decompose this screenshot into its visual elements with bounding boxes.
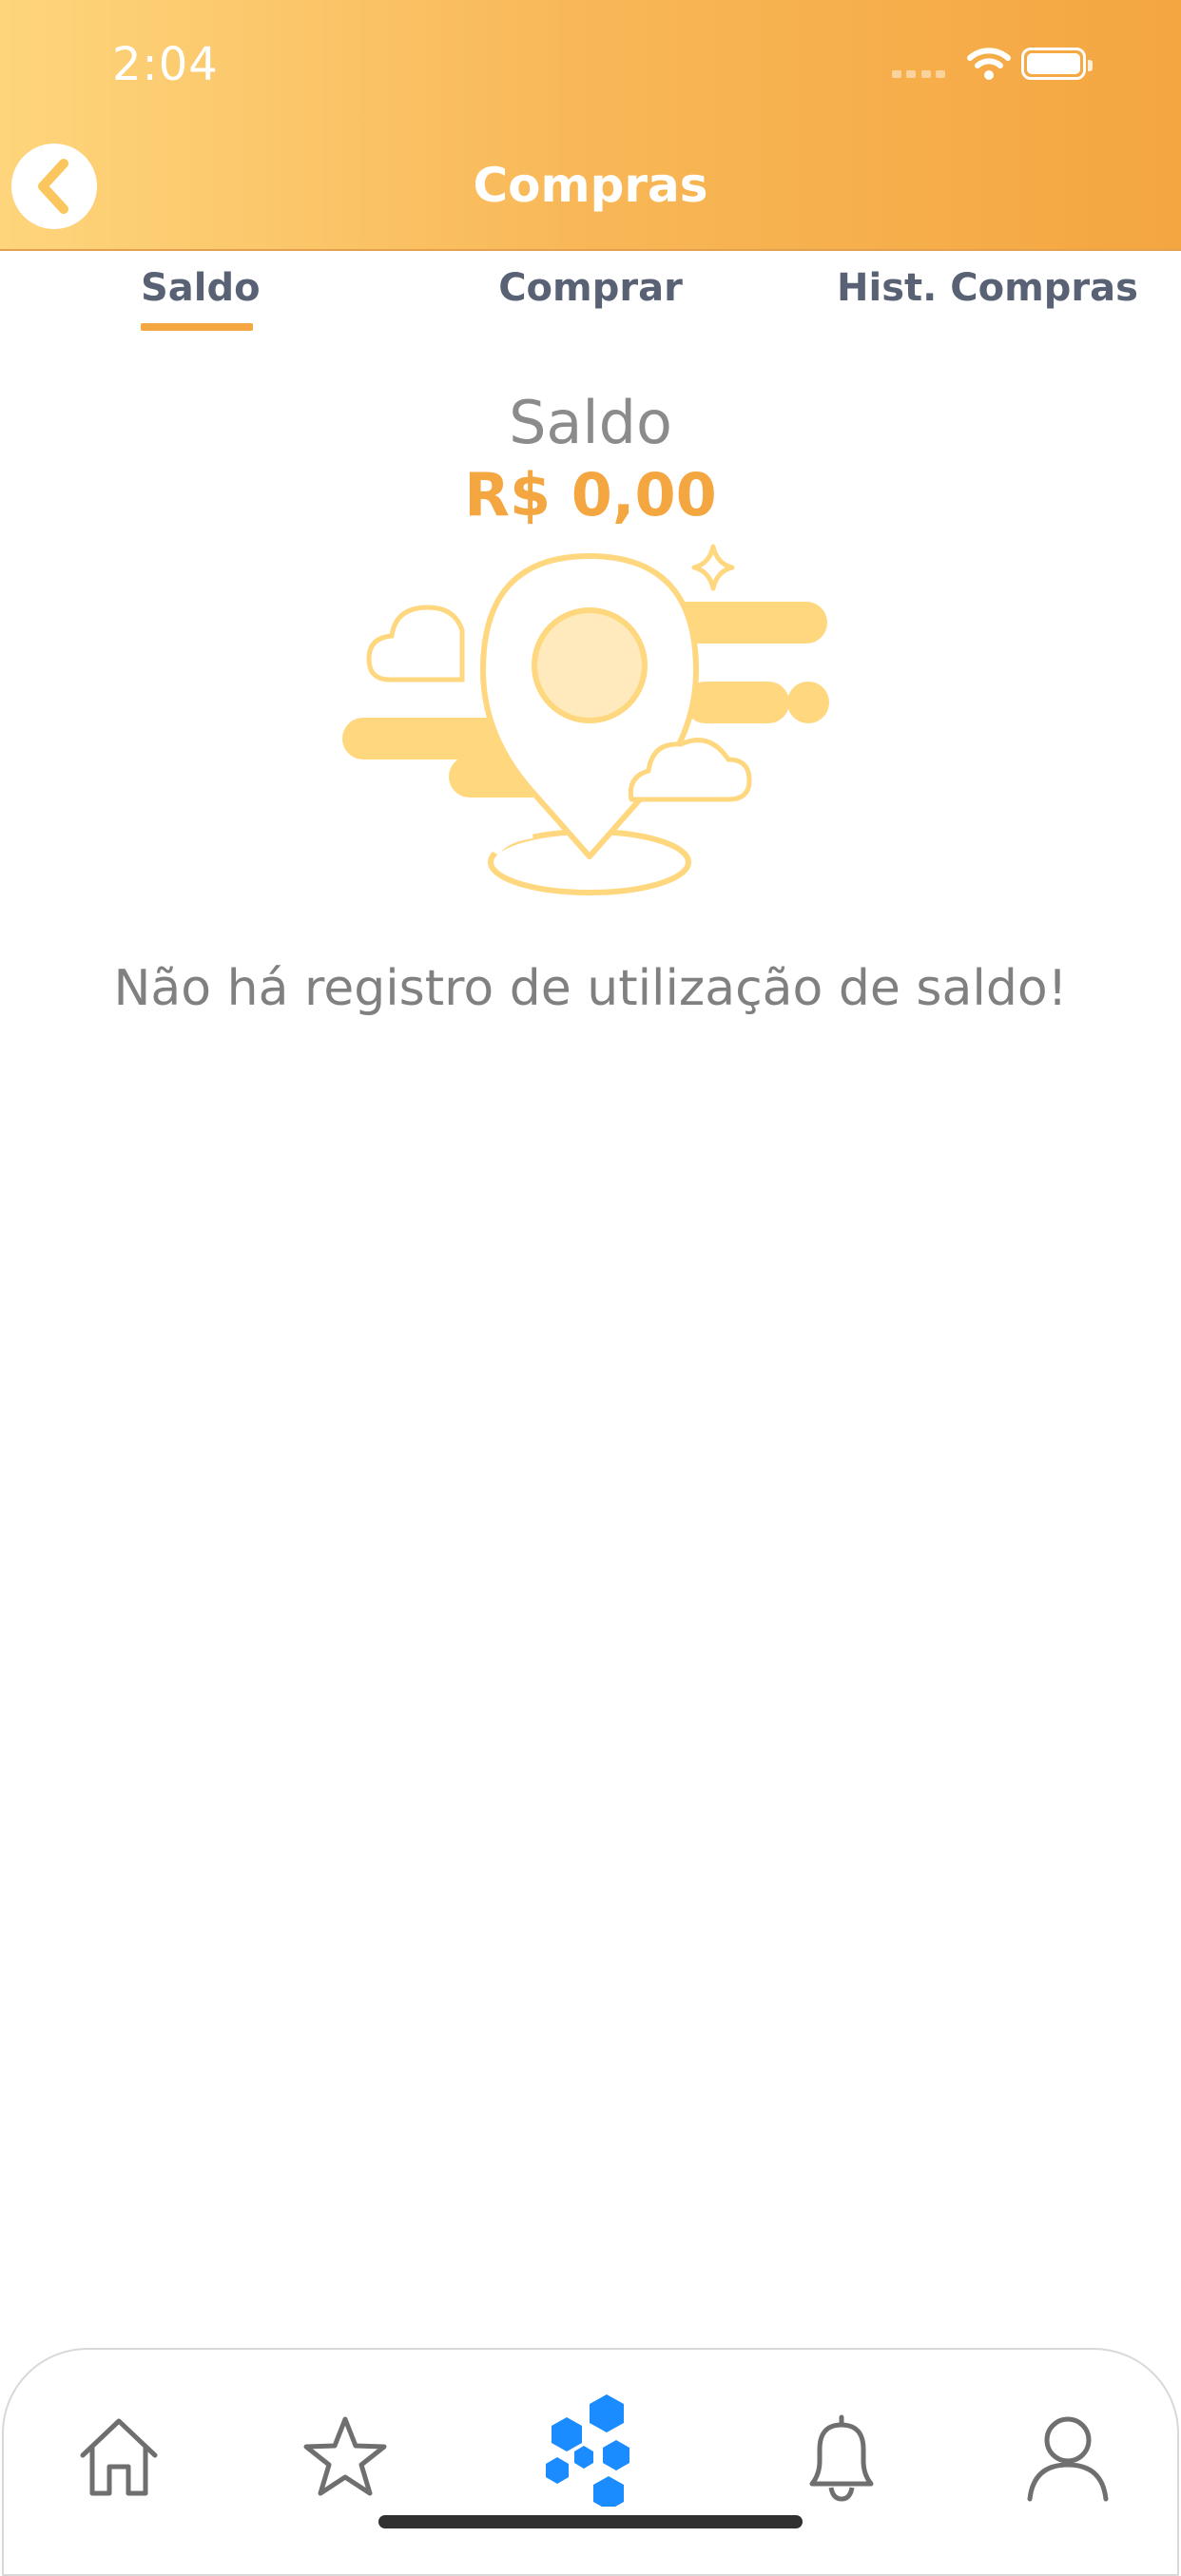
balance-value: R$ 0,00 (464, 460, 717, 529)
nav-favorites-button[interactable] (293, 2405, 397, 2509)
hexagon-cluster-icon (546, 2394, 629, 2507)
status-time: 2:04 (112, 38, 219, 91)
app-header: 2:04 Compras (0, 0, 1181, 251)
tab-hist-compras[interactable]: Hist. Compras (837, 266, 1138, 310)
battery-icon (1021, 48, 1093, 80)
star-icon (303, 2416, 387, 2496)
nav-profile-button[interactable] (1016, 2405, 1120, 2509)
home-icon (80, 2418, 158, 2496)
nav-home-button[interactable] (67, 2405, 171, 2509)
active-tab-indicator (141, 323, 253, 331)
bell-icon (809, 2414, 874, 2502)
nav-center-button[interactable] (538, 2394, 643, 2507)
balance-label: Saldo (509, 388, 672, 457)
bottom-navigation (2, 2348, 1179, 2576)
tab-saldo[interactable]: Saldo (141, 266, 261, 310)
tab-comprar[interactable]: Comprar (493, 266, 688, 310)
page-title: Compras (473, 158, 708, 213)
status-indicators (892, 44, 1120, 82)
map-pin-clouds-illustration (342, 544, 829, 895)
tab-bar: Saldo Comprar Hist. Compras (0, 253, 1181, 348)
user-icon (1027, 2416, 1109, 2502)
cellular-signal-icon (892, 70, 945, 78)
home-indicator[interactable] (378, 2515, 803, 2528)
wifi-icon (967, 48, 1011, 80)
nav-notifications-button[interactable] (789, 2405, 894, 2509)
empty-state-message: Não há registro de utilização de saldo! (113, 960, 1068, 1017)
